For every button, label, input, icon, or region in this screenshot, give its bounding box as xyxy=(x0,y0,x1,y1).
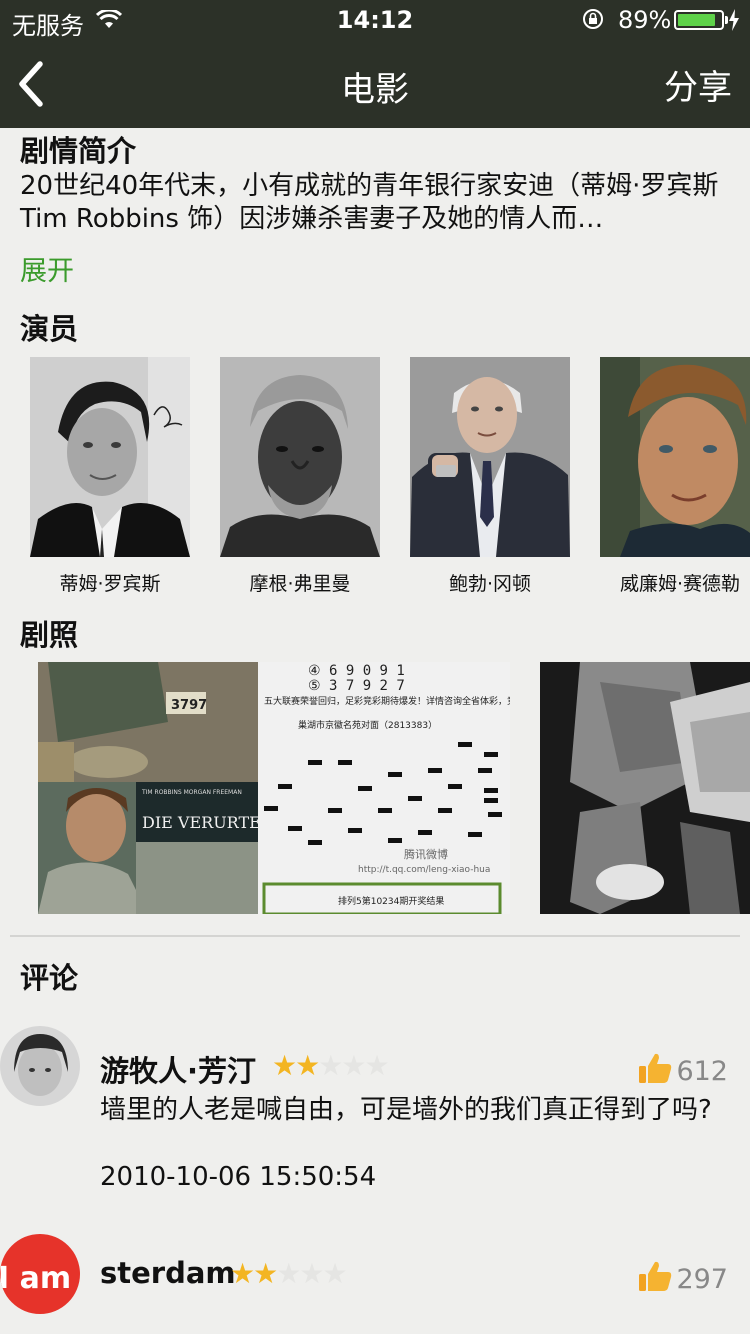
actor-photo xyxy=(410,357,570,557)
comments-heading: 评论 xyxy=(20,961,79,995)
rating-stars: ★★★★★ xyxy=(272,1049,390,1082)
prison-number: 3797 xyxy=(171,698,207,713)
still-image[interactable] xyxy=(540,662,750,914)
avatar[interactable]: I am xyxy=(0,1234,80,1314)
actor-card[interactable]: 蒂姆·罗宾斯 xyxy=(30,357,190,595)
comment-user[interactable]: 游牧人·芳汀 xyxy=(100,1048,256,1090)
star-icon: ★ xyxy=(364,1049,389,1082)
like-button[interactable]: 297 xyxy=(638,1260,728,1295)
star-icon: ★ xyxy=(299,1257,324,1290)
lottery-caption: 五大联赛荣誉回归，足彩竞彩期待爆发！详情咨询全省体彩，竞彩网点！ xyxy=(264,695,510,707)
comment-text: 墙里的人老是喊自由，可是墙外的我们真正得到了吗? xyxy=(100,1095,712,1125)
still-url: http://t.qq.com/leng-xiao-hua xyxy=(358,865,490,875)
star-icon: ★ xyxy=(253,1257,278,1290)
battery-level xyxy=(678,14,716,26)
status-bar: 无服务 14:12 89% xyxy=(0,0,750,40)
synopsis-heading: 剧情简介 xyxy=(20,134,137,168)
comment-user[interactable]: sterdam xyxy=(100,1256,236,1290)
orientation-lock-icon xyxy=(583,9,603,29)
actor-card[interactable]: 鲍勃·冈顿 xyxy=(410,357,570,595)
lottery-line: ④ 6 9 0 9 1 xyxy=(308,663,405,679)
share-button[interactable]: 分享 xyxy=(664,60,732,109)
like-count: 612 xyxy=(676,1056,728,1087)
battery-icon xyxy=(674,10,728,30)
actor-card[interactable]: 威廉姆·赛德勒 xyxy=(600,357,750,595)
rating-stars: ★★★★★ xyxy=(230,1257,348,1290)
lottery-address: 巢湖市京徽名苑对面（2813383） xyxy=(298,719,437,731)
page-title: 电影 xyxy=(341,70,409,110)
actor-card[interactable]: 摩根·弗里曼 xyxy=(220,357,380,595)
star-icon: ★ xyxy=(276,1257,301,1290)
actor-name: 鲍勃·冈顿 xyxy=(448,573,532,595)
expand-link[interactable]: 展开 xyxy=(20,249,74,288)
like-button[interactable]: 612 xyxy=(638,1052,728,1087)
nav-bar: 电影 分享 xyxy=(0,40,750,128)
star-icon: ★ xyxy=(318,1049,343,1082)
actor-name: 蒂姆·罗宾斯 xyxy=(59,573,161,595)
comment-time: 2010-10-06 15:50:54 xyxy=(100,1162,377,1192)
cast-heading: 演员 xyxy=(20,312,79,346)
star-icon: ★ xyxy=(272,1049,297,1082)
actor-name: 摩根·弗里曼 xyxy=(249,573,351,595)
lottery-line: ⑤ 3 7 9 2 7 xyxy=(308,678,405,694)
watermark: 腾讯微博 xyxy=(404,847,448,861)
thumbs-up-icon xyxy=(639,1261,672,1291)
stills-heading: 剧照 xyxy=(20,618,79,652)
star-icon: ★ xyxy=(341,1049,366,1082)
actor-photo xyxy=(600,357,750,557)
poster-credits: TIM ROBBINS MORGAN FREEMAN xyxy=(141,789,242,796)
actor-photo xyxy=(30,357,190,557)
thumbs-up-icon xyxy=(639,1053,672,1083)
like-count: 297 xyxy=(676,1264,728,1295)
still-image[interactable]: 3797 TIM ROBBINS MORGAN FREEMAN DIE VERU… xyxy=(38,662,510,914)
lottery-footer: 排列5第10234期开奖结果 xyxy=(338,895,444,907)
actor-photo xyxy=(220,357,380,557)
star-icon: ★ xyxy=(322,1257,347,1290)
synopsis-text: 20世纪40年代末，小有成就的青年银行家安迪（蒂姆·罗宾斯 Tim Robbin… xyxy=(20,171,719,234)
charging-icon xyxy=(729,9,739,31)
battery-percent: 89% xyxy=(618,6,672,34)
star-icon: ★ xyxy=(295,1049,320,1082)
actor-name: 威廉姆·赛德勒 xyxy=(619,573,741,595)
star-icon: ★ xyxy=(230,1257,255,1290)
avatar[interactable] xyxy=(0,1026,80,1106)
divider xyxy=(10,935,740,937)
avatar-text: I am xyxy=(0,1261,71,1296)
